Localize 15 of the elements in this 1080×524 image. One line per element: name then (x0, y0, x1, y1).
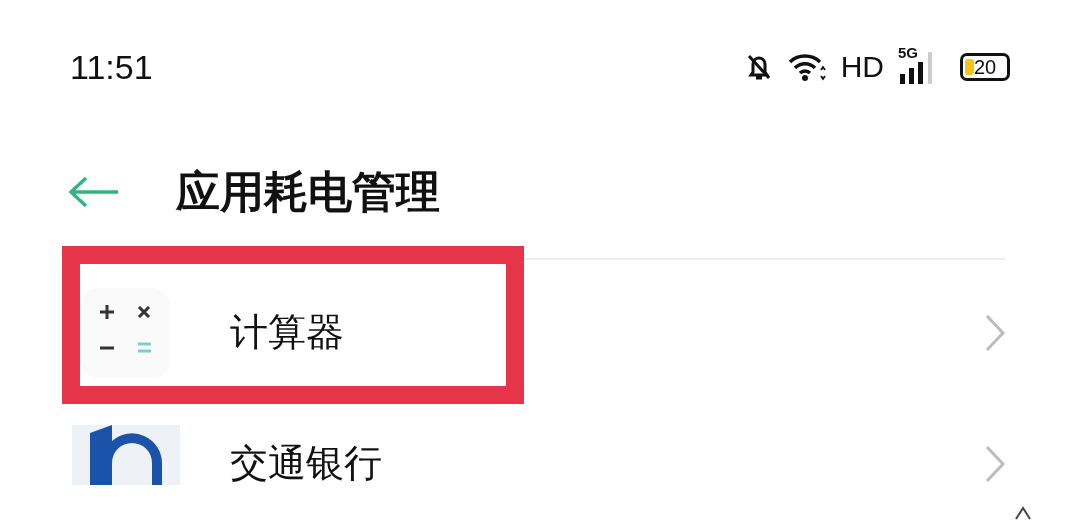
wifi-icon (786, 52, 827, 82)
cellular-label: 5G (898, 44, 918, 61)
chevron-right-icon (985, 313, 1005, 352)
page-title: 应用耗电管理 (176, 164, 440, 219)
battery-percent: 20 (973, 57, 997, 77)
chevron-right-icon (985, 445, 1005, 483)
bank-app-icon (72, 425, 180, 485)
network-label: HD (840, 50, 884, 84)
caret-up-icon[interactable] (1014, 506, 1032, 520)
app-name: 计算器 (230, 309, 345, 356)
app-row[interactable]: 交通银行 (62, 405, 1005, 524)
app-row[interactable]: 计算器 (62, 258, 1005, 405)
app-name: 交通银行 (230, 440, 383, 487)
status-time: 11:51 (70, 47, 153, 87)
back-arrow-icon[interactable] (68, 176, 120, 208)
